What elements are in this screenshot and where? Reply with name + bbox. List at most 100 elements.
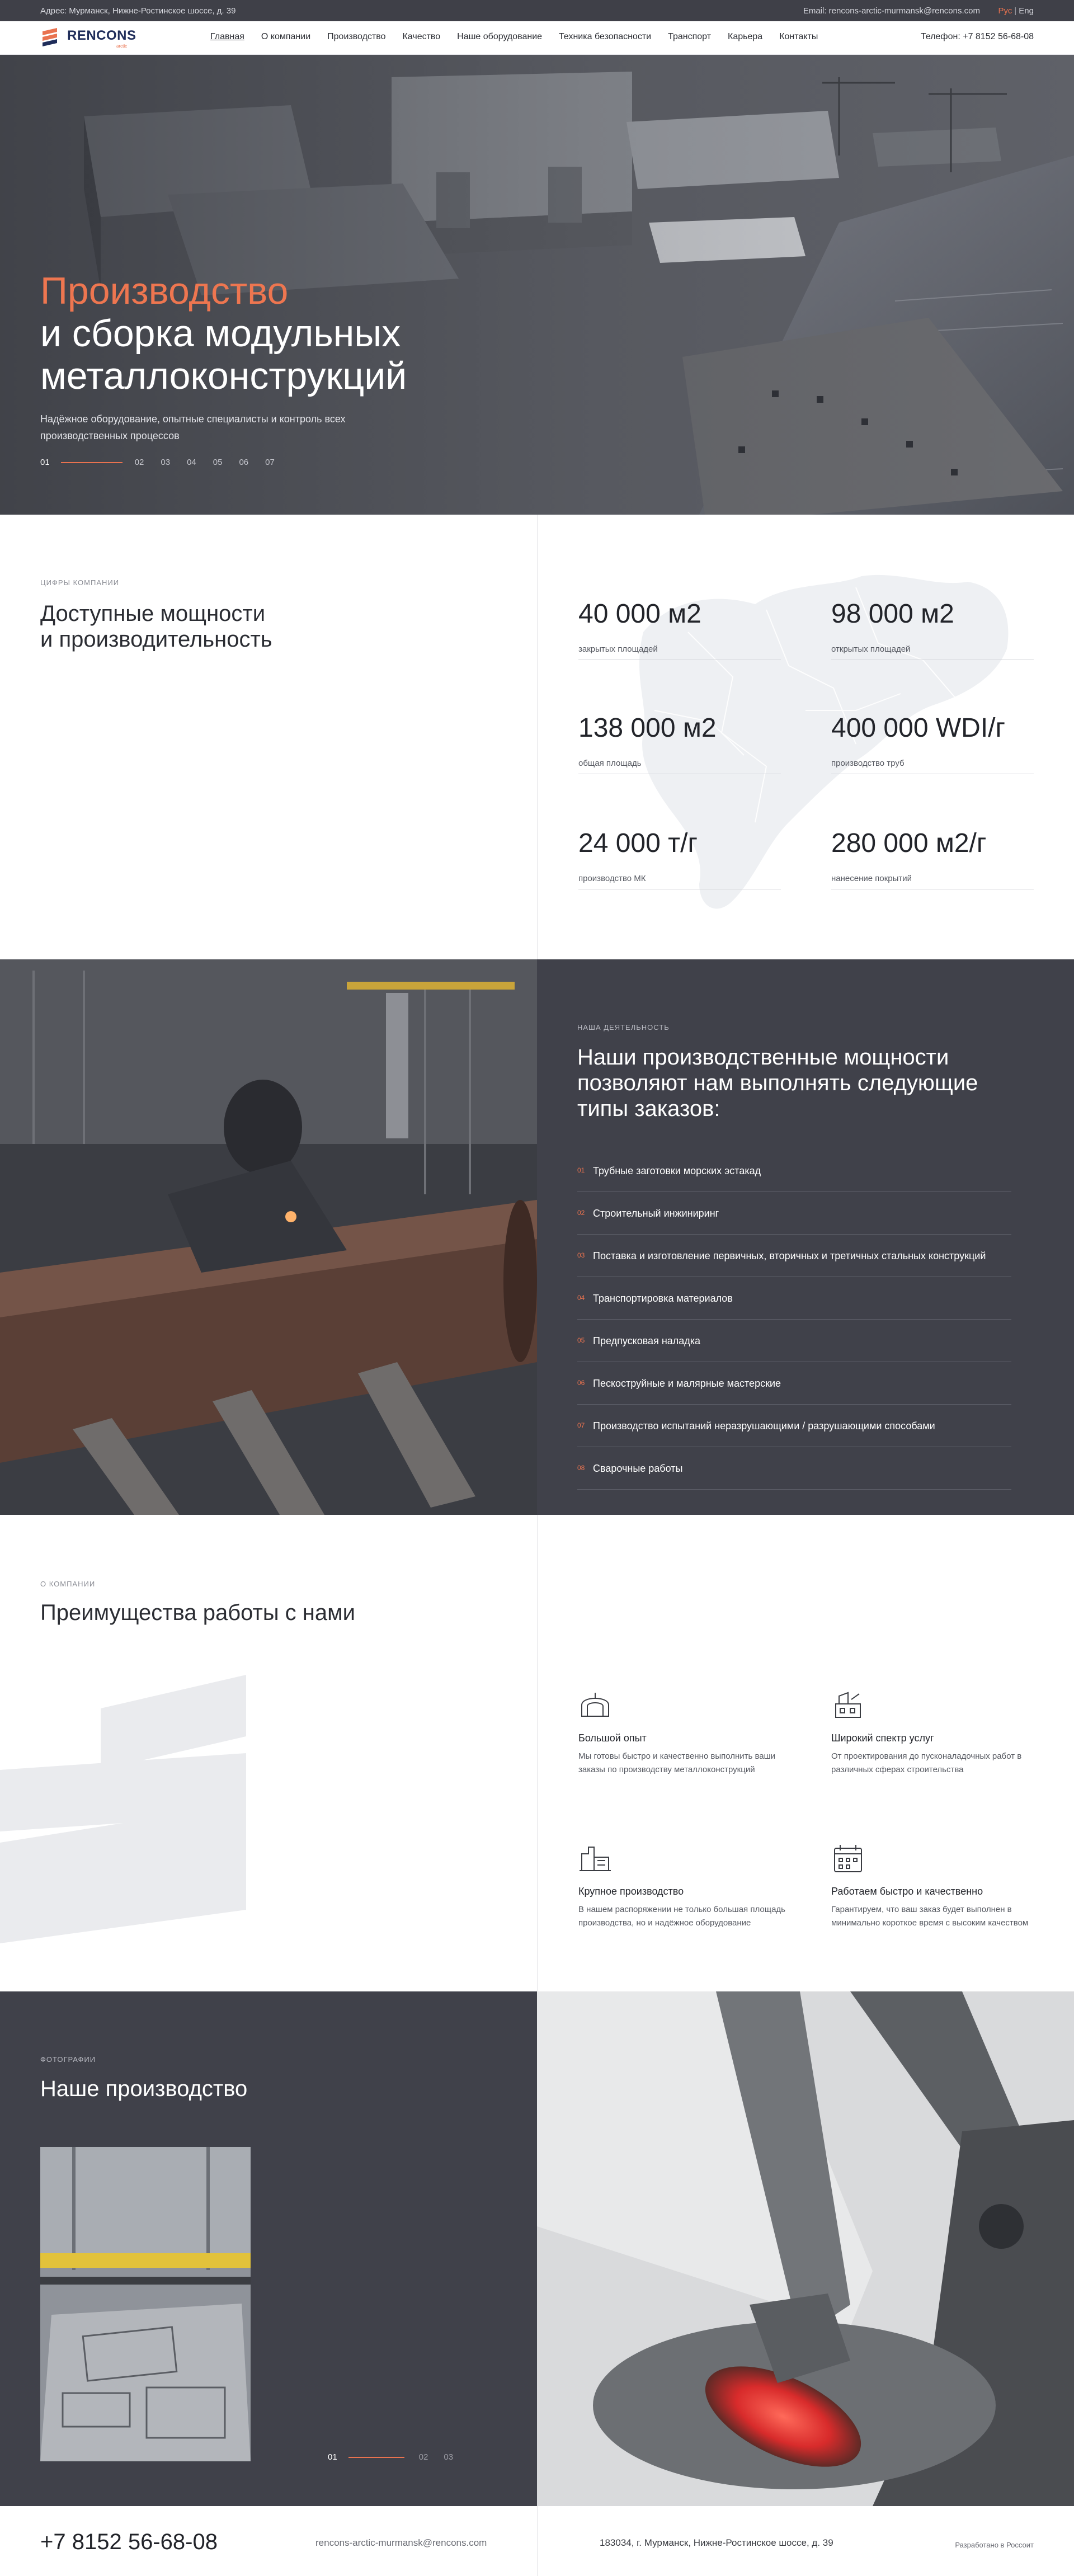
logo-mark-icon (43, 28, 57, 46)
stat-value: 24 000 т/г (578, 828, 698, 858)
gallery-main-photo (537, 1991, 1074, 2506)
site-header: RENCONS arctic Главная О компании Произв… (0, 21, 1074, 55)
section-eyebrow: О КОМПАНИИ (40, 1580, 96, 1588)
nav-item-equipment[interactable]: Наше оборудование (457, 32, 542, 42)
header-phone[interactable]: Телефон: +7 8152 56-68-08 (921, 32, 1034, 42)
section-eyebrow: ЦИФРЫ КОМПАНИИ (40, 578, 120, 587)
photos-panel: ФОТОГРАФИИ Наше производство 01 02 03 (0, 1991, 537, 2506)
activity-item-text: Пескоструйные и малярные мастерские (593, 1378, 781, 1389)
activity-item: 08 Сварочные работы (577, 1447, 1011, 1490)
welder-photo (0, 959, 537, 1515)
section-title: Наши производственные мощности позволяют… (577, 1045, 978, 1121)
section-eyebrow: НАША ДЕЯТЕЛЬНОСТЬ (577, 1023, 670, 1032)
nav-item-production[interactable]: Производство (327, 32, 385, 42)
activity-panel: НАША ДЕЯТЕЛЬНОСТЬ Наши производственные … (537, 959, 1074, 1515)
hero-section: Производство и сборка модульных металлок… (0, 55, 1074, 515)
top-address: Адрес: Мурманск, Нижне-Ростинское шоссе,… (40, 6, 236, 16)
footer-phone[interactable]: +7 8152 56-68-08 (40, 2530, 218, 2555)
footer-email-link[interactable]: rencons-arctic-murmansk@rencons.com (315, 2537, 487, 2549)
activity-item-number: 05 (577, 1336, 585, 1344)
nav-item-transport[interactable]: Транспорт (668, 32, 711, 42)
activity-item-number: 02 (577, 1209, 585, 1217)
activity-item-text: Транспортировка материалов (593, 1293, 733, 1304)
service-tools-icon (835, 1692, 861, 1718)
top-email-link[interactable]: Email: rencons-arctic-murmansk@rencons.c… (803, 6, 980, 16)
advantage-desc: Гарантируем, что ваш заказ будет выполне… (831, 1905, 1029, 1928)
hero-title: Производство и сборка модульных металлок… (40, 270, 407, 397)
activity-item-text: Сварочные работы (593, 1463, 683, 1474)
stat-value: 98 000 м2 (831, 599, 954, 629)
developer-credit-link[interactable]: Разработано в Россоит (955, 2541, 1034, 2549)
stat-item: 400 000 WDI/г производство труб (831, 713, 1034, 774)
footer-address: 183034, г. Мурманск, Нижне-Ростинское шо… (600, 2537, 833, 2548)
stat-label: открытых площадей (831, 644, 911, 654)
activity-item: 03 Поставка и изготовление первичных, вто… (577, 1235, 1011, 1277)
nav-item-safety[interactable]: Техника безопасности (559, 32, 651, 42)
welder-photo-image (0, 959, 537, 1515)
advantage-title: Крупное производство (578, 1886, 684, 1897)
activity-item-number: 08 (577, 1464, 585, 1472)
section-title-line: Доступные мощности (40, 601, 266, 626)
activity-item-number: 07 (577, 1421, 585, 1429)
logo[interactable]: RENCONS arctic (40, 27, 152, 50)
cutting-machine-photo (40, 2147, 251, 2461)
hero-slide-dot[interactable]: 01 (40, 458, 50, 467)
lang-ru-link[interactable]: Рус (998, 6, 1012, 16)
lang-separator: | (1014, 6, 1017, 16)
nav-item-contacts[interactable]: Контакты (779, 32, 818, 42)
photo-slide-dot[interactable]: 01 (328, 2452, 337, 2462)
stat-label: общая площадь (578, 759, 642, 768)
advantages-section: О КОМПАНИИ Преимущества работы с нами Бо… (0, 1515, 1074, 1991)
stat-value: 40 000 м2 (578, 599, 701, 629)
stat-item: 280 000 м2/г нанесение покрытий (831, 828, 1034, 889)
advantage-desc: Мы готовы быстро и качественно выполнить… (578, 1751, 776, 1774)
hero-title-accent: Производство (40, 270, 289, 312)
activity-item: 07 Производство испытаний неразрушающими … (577, 1405, 1011, 1447)
activity-item-text: Поставка и изготовление первичных, втори… (593, 1250, 986, 1261)
hero-subtitle: Надёжное оборудование, опытные специалис… (40, 413, 346, 441)
hero-slide-dot[interactable]: 04 (187, 458, 196, 467)
main-nav: Главная О компании Производство Качество… (210, 32, 835, 42)
nav-item-home[interactable]: Главная (210, 32, 244, 42)
hero-slide-dot[interactable]: 03 (161, 458, 170, 467)
section-divider (537, 515, 538, 959)
top-info-bar: Адрес: Мурманск, Нижне-Ростинское шоссе,… (0, 0, 1074, 21)
hero-slide-dot[interactable]: 06 (239, 458, 248, 467)
activity-item: 02 Строительный инжиниринг (577, 1192, 1011, 1235)
stat-item: 138 000 м2 общая площадь (578, 713, 781, 774)
lang-en-link[interactable]: Eng (1019, 6, 1034, 16)
section-divider (537, 2506, 538, 2576)
activity-item: 06 Пескоструйные и малярные мастерские (577, 1362, 1011, 1405)
advantage-title: Широкий спектр услуг (831, 1732, 934, 1744)
gallery-thumbnail[interactable] (40, 2147, 251, 2461)
nav-item-quality[interactable]: Качество (402, 32, 440, 42)
advantage-desc: От проектирования до пусконаладочных раб… (831, 1751, 1022, 1774)
stat-label: производство МК (578, 874, 646, 883)
photo-slide-dot[interactable]: 02 (419, 2452, 428, 2462)
nav-item-about[interactable]: О компании (261, 32, 310, 42)
hero-slide-progress (60, 461, 123, 463)
advantage-card: Большой опыт Мы готовы быстро и качестве… (578, 1688, 785, 1777)
stat-value: 280 000 м2/г (831, 828, 987, 858)
activity-item-number: 03 (577, 1251, 585, 1259)
activity-item-text: Производство испытаний неразрушающими / … (593, 1420, 935, 1431)
hero-slide-dot[interactable]: 07 (265, 458, 275, 467)
section-eyebrow: ФОТОГРАФИИ (40, 2055, 96, 2064)
section-title-line: и производительность (40, 627, 272, 652)
stat-item: 24 000 т/г производство МК (578, 828, 781, 889)
activity-item-text: Строительный инжиниринг (593, 1208, 719, 1219)
section-divider (537, 1515, 538, 1991)
activity-section: НАША ДЕЯТЕЛЬНОСТЬ Наши производственные … (0, 959, 1074, 1515)
photo-slide-dot[interactable]: 03 (444, 2452, 453, 2462)
advantage-card: Крупное производство В нашем распоряжени… (578, 1842, 785, 1930)
logo-subtitle: arctic (116, 44, 128, 49)
activity-item: 05 Предпусковая наладка (577, 1320, 1011, 1362)
stat-value: 138 000 м2 (578, 713, 717, 743)
nav-item-career[interactable]: Карьера (728, 32, 762, 42)
stat-label: производство труб (831, 759, 905, 768)
stat-value: 400 000 WDI/г (831, 713, 1005, 743)
section-title: Доступные мощности и производительность (40, 601, 272, 652)
hero-slide-dot[interactable]: 05 (213, 458, 223, 467)
hero-slide-dot[interactable]: 02 (135, 458, 144, 467)
photo-slide-progress (348, 2456, 404, 2458)
